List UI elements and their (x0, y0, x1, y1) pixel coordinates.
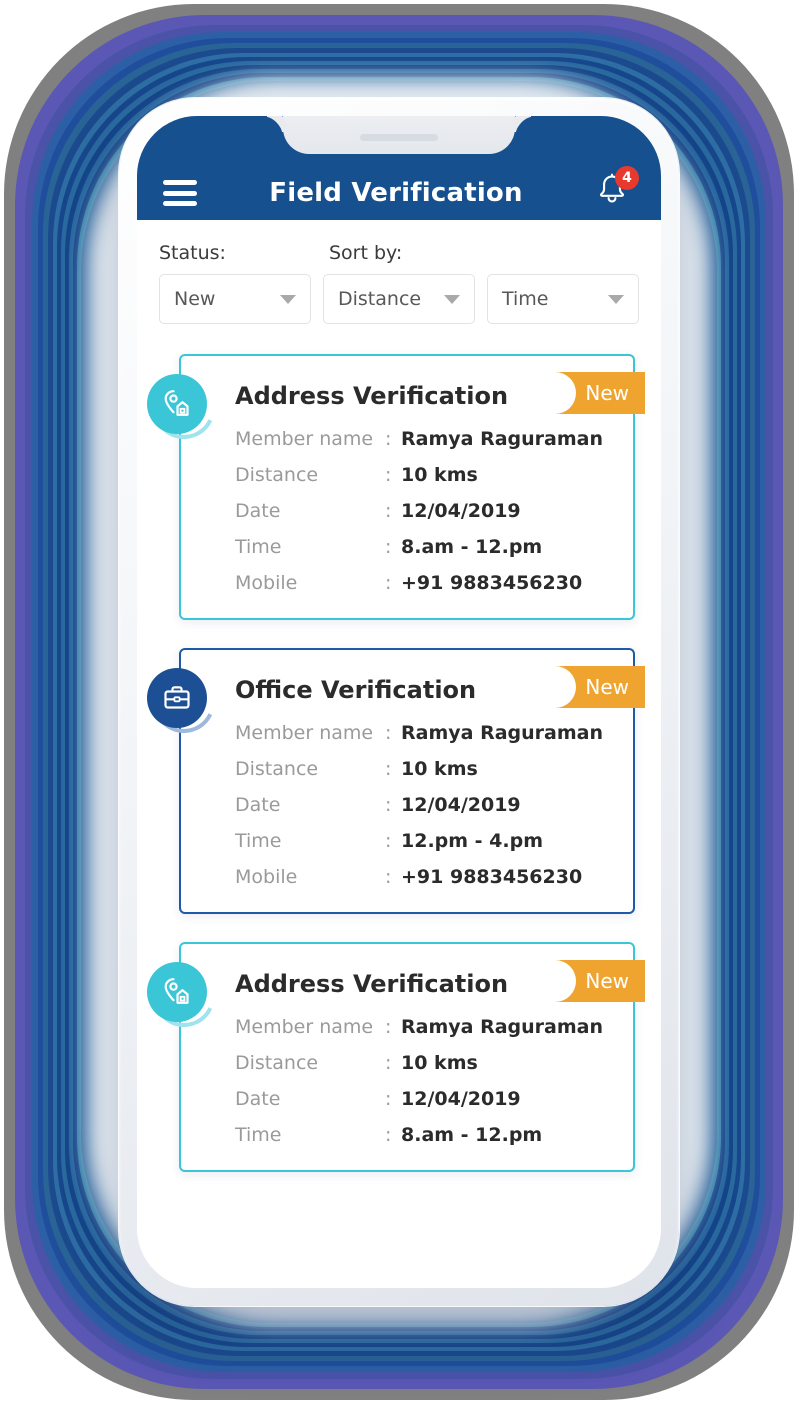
phone-device: Field Verification 4 Status: Sort by: Ne… (119, 98, 679, 1306)
verification-card[interactable]: New (144, 648, 645, 914)
verification-card-list: New Address Verification Member name: R… (137, 324, 661, 1172)
verification-card[interactable]: New (144, 942, 645, 1172)
row-value: Ramya Raguraman (401, 428, 603, 450)
chevron-down-icon (280, 294, 296, 304)
sort-distance-select[interactable]: Distance (323, 274, 475, 324)
notification-bell-button[interactable]: 4 (595, 166, 639, 206)
table-row: Date : 12/04/2019 (235, 794, 615, 816)
row-separator: : (385, 500, 392, 522)
row-label: Distance (235, 758, 319, 780)
sort-time-value: Time (502, 288, 549, 310)
table-row: Mobile : +91 9883456230 (235, 866, 615, 888)
sort-distance-value: Distance (338, 288, 422, 310)
icon-circle (147, 374, 207, 434)
earpiece-speaker (360, 133, 438, 141)
verification-card[interactable]: New (144, 354, 645, 620)
table-row: Date : 12/04/2019 (235, 500, 615, 522)
table-row: Distance : 10 kms (235, 1052, 615, 1074)
table-row: Date : 12/04/2019 (235, 1088, 615, 1110)
phone-screen: Field Verification 4 Status: Sort by: Ne… (137, 116, 661, 1288)
row-label: Date (235, 794, 281, 816)
table-row: Time : 12.pm - 4.pm (235, 830, 615, 852)
filter-bar: Status: Sort by: New Distance Time (137, 220, 661, 324)
table-row: Member name : Ramya Raguraman (235, 1016, 615, 1038)
list-item[interactable]: New (144, 942, 645, 1172)
notification-count-badge: 4 (615, 166, 639, 190)
icon-circle (147, 962, 207, 1022)
row-label: Time (235, 536, 282, 558)
card-icon-wrap (144, 368, 224, 448)
card-icon-wrap (144, 956, 224, 1036)
row-separator: : (385, 830, 392, 852)
chevron-down-icon (608, 294, 624, 304)
status-badge: New (550, 666, 645, 708)
row-label: Distance (235, 464, 319, 486)
row-separator: : (385, 572, 392, 594)
row-value: 10 kms (401, 1052, 478, 1074)
row-separator: : (385, 794, 392, 816)
status-badge: New (550, 372, 645, 414)
row-value: +91 9883456230 (401, 866, 583, 888)
row-value: 8.am - 12.pm (401, 536, 543, 558)
row-label: Member name (235, 722, 374, 744)
phone-notch (283, 116, 515, 154)
row-label: Date (235, 500, 281, 522)
row-value: 8.am - 12.pm (401, 1124, 543, 1146)
status-select[interactable]: New (159, 274, 311, 324)
row-separator: : (385, 428, 392, 450)
row-value: +91 9883456230 (401, 572, 583, 594)
row-value: 12/04/2019 (401, 1088, 521, 1110)
filter-dropdowns: New Distance Time (159, 274, 639, 324)
row-value: 12/04/2019 (401, 794, 521, 816)
row-value: 10 kms (401, 758, 478, 780)
briefcase-icon (164, 686, 190, 709)
row-value: 12/04/2019 (401, 500, 521, 522)
table-row: Time : 8.am - 12.pm (235, 536, 615, 558)
list-item[interactable]: New (144, 648, 645, 914)
sort-time-select[interactable]: Time (487, 274, 639, 324)
row-label: Date (235, 1088, 281, 1110)
table-row: Member name : Ramya Raguraman (235, 428, 615, 450)
location-pin-home-icon (164, 978, 189, 1004)
row-separator: : (385, 1052, 392, 1074)
status-label: Status: (159, 242, 226, 264)
row-value: 10 kms (401, 464, 478, 486)
table-row: Mobile : +91 9883456230 (235, 572, 615, 594)
row-separator: : (385, 866, 392, 888)
card-icon-wrap (144, 662, 224, 742)
row-separator: : (385, 1016, 392, 1038)
page-title: Field Verification (269, 178, 523, 208)
row-label: Time (235, 830, 282, 852)
row-label: Distance (235, 1052, 319, 1074)
table-row: Time : 8.am - 12.pm (235, 1124, 615, 1146)
row-label: Member name (235, 1016, 374, 1038)
row-value: Ramya Raguraman (401, 722, 603, 744)
row-value: Ramya Raguraman (401, 1016, 603, 1038)
row-separator: : (385, 1088, 392, 1110)
sort-by-label: Sort by: (329, 242, 403, 264)
filter-labels: Status: Sort by: (159, 242, 639, 264)
row-label: Member name (235, 428, 374, 450)
row-separator: : (385, 464, 392, 486)
row-separator: : (385, 1124, 392, 1146)
row-value: 12.pm - 4.pm (401, 830, 544, 852)
screenshot-stage: Field Verification 4 Status: Sort by: Ne… (0, 0, 798, 1404)
table-row: Distance : 10 kms (235, 464, 615, 486)
row-separator: : (385, 722, 392, 744)
row-label: Time (235, 1124, 282, 1146)
status-badge: New (550, 960, 645, 1002)
row-label: Mobile (235, 572, 298, 594)
row-separator: : (385, 758, 392, 780)
app-content: Status: Sort by: New Distance Time New A… (137, 220, 661, 1288)
hamburger-menu-icon[interactable] (163, 180, 197, 206)
table-row: Distance : 10 kms (235, 758, 615, 780)
status-select-value: New (174, 288, 216, 310)
list-item[interactable]: New (144, 354, 645, 620)
table-row: Member name : Ramya Raguraman (235, 722, 615, 744)
row-separator: : (385, 536, 392, 558)
chevron-down-icon (444, 294, 460, 304)
location-pin-home-icon (164, 390, 189, 416)
icon-circle (147, 668, 207, 728)
row-label: Mobile (235, 866, 298, 888)
